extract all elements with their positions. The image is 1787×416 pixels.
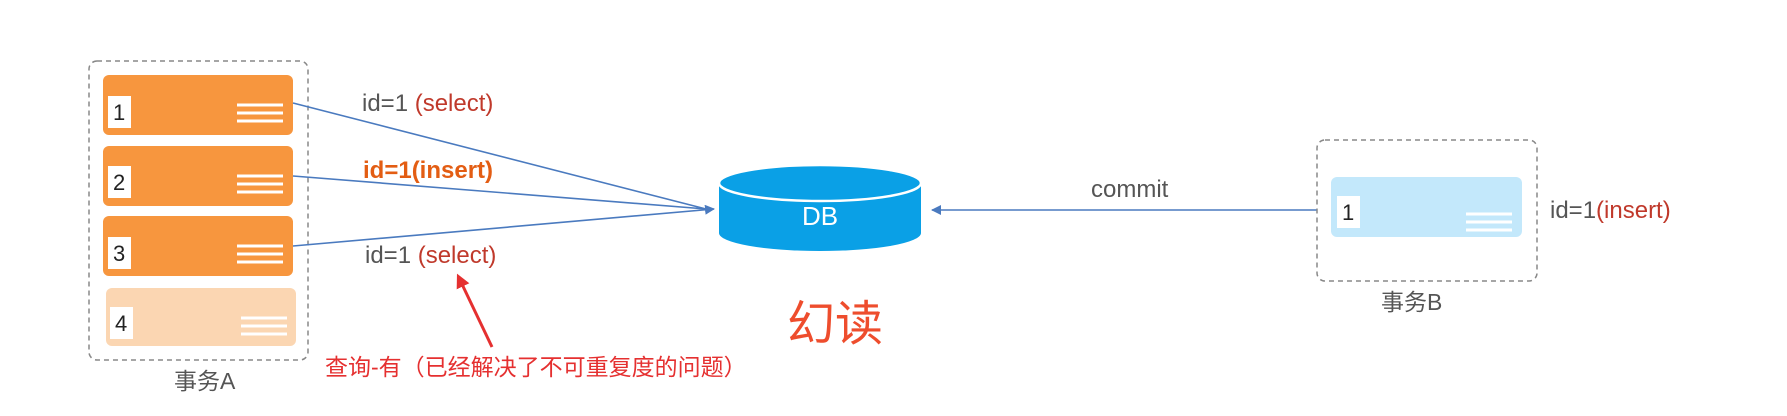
phantom-read-title: 幻读: [787, 298, 884, 351]
transaction-a-row: 2: [103, 146, 293, 206]
transaction-a-row: 3: [103, 216, 293, 276]
row-number: 1: [113, 100, 125, 125]
transaction-b-row: 1: [1331, 177, 1522, 237]
select-label-1: id=1 (select): [362, 92, 493, 116]
row-number: 2: [113, 170, 125, 195]
transaction-a-row: 1: [103, 75, 293, 135]
select-arrow-2: [292, 204, 715, 247]
select-label-2-prefix: id=1: [365, 242, 418, 269]
transaction-a-label: 事务A: [174, 368, 236, 394]
annotation-arrow: [456, 273, 494, 348]
select-label-1-action: (select): [414, 90, 494, 117]
db-top: [717, 163, 923, 203]
transaction-b-op-label: id=1(insert): [1550, 199, 1671, 223]
transaction-b-label: 事务B: [1381, 289, 1443, 315]
annotation-text: 查询-有（已经解决了不可重复度的问题）: [325, 354, 747, 380]
db-label: DB: [802, 201, 838, 231]
transaction-b-op-action: (insert): [1596, 197, 1671, 224]
database-cylinder: DB: [717, 163, 923, 251]
select-label-2-action: (select): [417, 242, 497, 269]
insert-label: id=1(insert): [363, 157, 494, 184]
transaction-a-row-faded: 4: [106, 288, 296, 346]
row-number: 3: [113, 241, 125, 266]
select-label-1-prefix: id=1: [362, 90, 415, 117]
row-number: 4: [115, 311, 127, 336]
diagram-canvas: 1 2 3 4 DB 1: [88, 60, 1538, 361]
row-number: 1: [1342, 200, 1354, 225]
commit-label: commit: [1091, 176, 1169, 203]
select-label-2: id=1 (select): [365, 244, 496, 268]
transaction-b-op-prefix: id=1: [1550, 197, 1597, 224]
